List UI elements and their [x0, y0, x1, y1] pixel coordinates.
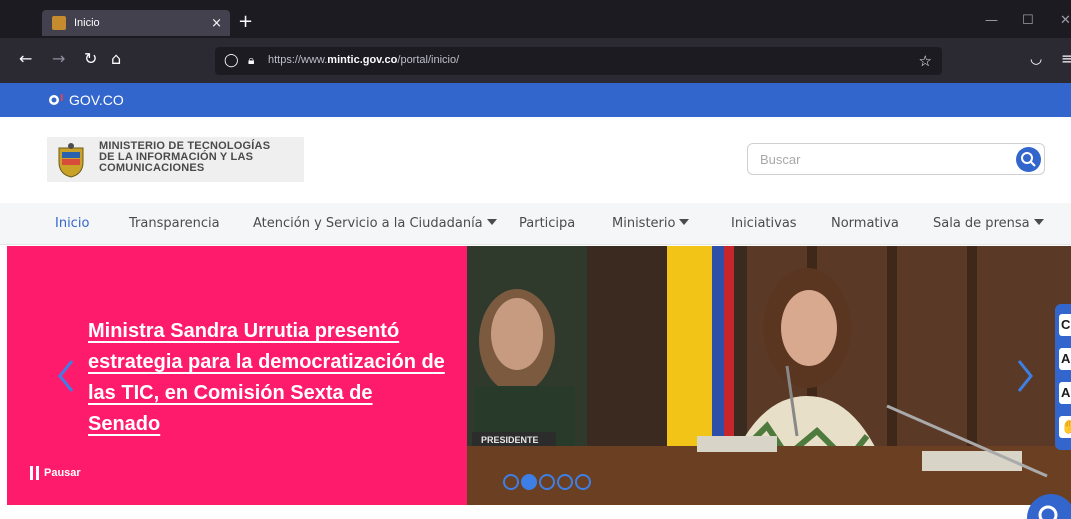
- menu-item-normativa[interactable]: Normativa: [831, 216, 899, 231]
- chevron-down-icon: [679, 219, 690, 225]
- colombia-crest-icon: [58, 143, 84, 178]
- lock-icon[interactable]: 🔒︎: [248, 53, 254, 68]
- contrast-button[interactable]: C: [1059, 314, 1071, 336]
- carousel-dot-2[interactable]: [521, 474, 537, 490]
- search-icon: [1021, 152, 1036, 167]
- browser-tab[interactable]: Inicio ×: [42, 10, 230, 36]
- floating-search-button[interactable]: [1027, 494, 1071, 519]
- font-decrease-button[interactable]: A: [1059, 382, 1071, 404]
- chevron-down-icon: [1033, 219, 1044, 225]
- carousel-dots: [503, 474, 591, 490]
- gov-co-logo-icon: [49, 94, 63, 105]
- tab-title: Inicio: [74, 17, 100, 29]
- senate-session-photo: PRESIDENTE: [467, 246, 1071, 505]
- menu-icon[interactable]: ≡: [1061, 51, 1071, 67]
- pocket-icon[interactable]: ◡: [1030, 51, 1042, 67]
- browser-nav-bar: ← → ↻ ⌂ ◯ 🔒︎ https://www.mintic.gov.co/p…: [0, 38, 1071, 83]
- browser-tab-bar: Inicio × + — ☐ ✕: [0, 0, 1071, 38]
- back-icon[interactable]: ←: [19, 51, 32, 67]
- ministry-logo[interactable]: MINISTERIO DE TECNOLOGÍAS DE LA INFORMAC…: [47, 137, 304, 182]
- pause-label: Pausar: [44, 467, 81, 479]
- menu-item-sala-de-prensa[interactable]: Sala de prensa: [933, 216, 1044, 231]
- home-icon[interactable]: ⌂: [111, 51, 121, 67]
- ministry-name: MINISTERIO DE TECNOLOGÍAS DE LA INFORMAC…: [99, 140, 271, 174]
- main-menu: Inicio Transparencia Atención y Servicio…: [0, 203, 1071, 245]
- hero-headline-link[interactable]: Ministra Sandra Urrutia presentó estrate…: [88, 316, 448, 440]
- hero-photo: PRESIDENTE: [467, 246, 1071, 505]
- menu-item-ministerio[interactable]: Ministerio: [612, 216, 690, 231]
- maximize-icon[interactable]: ☐: [1022, 13, 1034, 28]
- carousel-dot-4[interactable]: [557, 474, 573, 490]
- carousel-prev-arrow-icon[interactable]: [57, 358, 75, 394]
- favicon-icon: [52, 16, 66, 30]
- pause-button[interactable]: Pausar: [30, 466, 81, 480]
- hero-carousel: PRESIDENTE Ministra Sandra Urrutia prese…: [0, 246, 1071, 505]
- bookmark-star-icon[interactable]: ☆: [919, 52, 932, 70]
- menu-item-atencion[interactable]: Atención y Servicio a la Ciudadanía: [253, 216, 497, 231]
- minimize-icon[interactable]: —: [985, 13, 998, 28]
- pause-icon: [30, 466, 39, 480]
- menu-item-inicio[interactable]: Inicio: [55, 216, 89, 231]
- new-tab-button[interactable]: +: [238, 13, 253, 31]
- url-text[interactable]: https://www.mintic.gov.co/portal/inicio/: [268, 54, 459, 66]
- font-increase-button[interactable]: A: [1059, 348, 1071, 370]
- url-bar[interactable]: ◯ 🔒︎ https://www.mintic.gov.co/portal/in…: [215, 47, 942, 75]
- tracking-shield-icon[interactable]: ◯: [224, 53, 239, 68]
- tab-close-icon[interactable]: ×: [211, 16, 222, 31]
- gov-co-link[interactable]: GOV.CO: [69, 92, 124, 108]
- carousel-dot-1[interactable]: [503, 474, 519, 490]
- carousel-dot-5[interactable]: [575, 474, 591, 490]
- close-window-icon[interactable]: ✕: [1060, 13, 1071, 28]
- menu-item-transparencia[interactable]: Transparencia: [129, 216, 220, 231]
- accessibility-toolbar: C A A ✋: [1055, 304, 1071, 450]
- menu-item-iniciativas[interactable]: Iniciativas: [731, 216, 797, 231]
- search-box: [747, 143, 1045, 175]
- carousel-next-arrow-icon[interactable]: [1016, 358, 1034, 394]
- forward-icon[interactable]: →: [52, 51, 65, 67]
- sign-language-button[interactable]: ✋: [1059, 416, 1071, 438]
- menu-item-participa[interactable]: Participa: [519, 216, 575, 231]
- search-button[interactable]: [1016, 147, 1041, 172]
- president-placard: PRESIDENTE: [481, 435, 539, 445]
- reload-icon[interactable]: ↻: [84, 51, 97, 67]
- chevron-down-icon: [486, 219, 497, 225]
- carousel-dot-3[interactable]: [539, 474, 555, 490]
- search-input[interactable]: [760, 150, 1000, 168]
- gov-co-bar: GOV.CO: [0, 83, 1071, 117]
- search-icon: [1038, 505, 1058, 519]
